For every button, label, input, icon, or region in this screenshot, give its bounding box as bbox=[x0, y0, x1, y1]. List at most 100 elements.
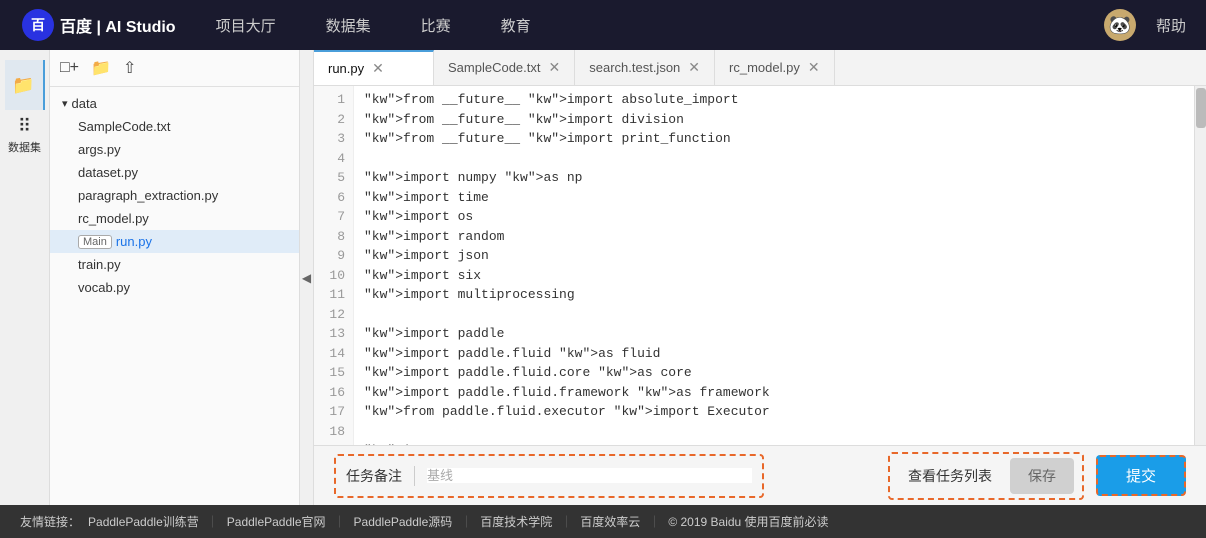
code-content[interactable]: "kw">from __future__ "kw">import absolut… bbox=[354, 86, 1194, 445]
upload-icon[interactable]: ⇧ bbox=[123, 58, 136, 78]
file-toolbar: □+ 📁 ⇧ bbox=[50, 50, 299, 87]
logo: 百 百度 | AI Studio bbox=[20, 7, 176, 43]
baidu-logo-icon: 百 bbox=[20, 7, 56, 43]
file-name: paragraph_extraction.py bbox=[78, 188, 218, 203]
new-file-icon[interactable]: □+ bbox=[60, 59, 79, 77]
line-number: 16 bbox=[322, 383, 345, 403]
line-number: 11 bbox=[322, 285, 345, 305]
logo-text: 百度 | AI Studio bbox=[60, 13, 176, 37]
line-number: 4 bbox=[322, 149, 345, 169]
file-name: dataset.py bbox=[78, 165, 138, 180]
list-item[interactable]: vocab.py bbox=[50, 276, 299, 299]
sidebar-item-datasets[interactable]: ⠿ 数据集 bbox=[5, 110, 45, 160]
collapse-panel-arrow[interactable]: ◀ bbox=[300, 50, 314, 505]
footer-link-3[interactable]: PaddlePaddle源码 bbox=[354, 513, 453, 530]
view-tasks-button[interactable]: 查看任务列表 bbox=[898, 460, 1002, 492]
line-number: 5 bbox=[322, 168, 345, 188]
chevron-down-icon: ▾ bbox=[62, 97, 68, 110]
divider bbox=[414, 466, 415, 486]
nav-links: 项目大厅 数据集 比赛 教育 bbox=[216, 15, 1104, 36]
save-button[interactable]: 保存 bbox=[1010, 458, 1074, 494]
line-number: 15 bbox=[322, 363, 345, 383]
line-number: 9 bbox=[322, 246, 345, 266]
nav-datasets[interactable]: 数据集 bbox=[326, 15, 371, 36]
footer-copyright: © 2019 Baidu 使用百度前必读 bbox=[668, 513, 828, 530]
line-number: 12 bbox=[322, 305, 345, 325]
line-number: 13 bbox=[322, 324, 345, 344]
nav-contest[interactable]: 比赛 bbox=[421, 15, 451, 36]
tab-label: run.py bbox=[328, 61, 364, 76]
list-item[interactable]: rc_model.py bbox=[50, 207, 299, 230]
sidebar-item-files[interactable]: 📁 bbox=[5, 60, 45, 110]
tab-close-icon[interactable]: ✕ bbox=[549, 59, 561, 76]
line-number: 3 bbox=[322, 129, 345, 149]
baseline-input[interactable] bbox=[427, 468, 752, 483]
tab-samplecode[interactable]: SampleCode.txt ✕ bbox=[434, 50, 575, 85]
tab-close-icon[interactable]: ✕ bbox=[688, 59, 700, 76]
footer-link-2[interactable]: PaddlePaddle官网 bbox=[227, 513, 326, 530]
line-number: 14 bbox=[322, 344, 345, 364]
footer-prefix: 友情链接： bbox=[20, 513, 80, 530]
code-line: "kw">import bbox=[364, 365, 450, 380]
list-item[interactable]: dataset.py bbox=[50, 161, 299, 184]
line-number: 7 bbox=[322, 207, 345, 227]
code-line: "kw">import bbox=[364, 190, 450, 205]
code-line: "kw">import bbox=[364, 248, 450, 263]
tab-rc-model[interactable]: rc_model.py ✕ bbox=[715, 50, 835, 85]
list-item[interactable]: args.py bbox=[50, 138, 299, 161]
list-item[interactable]: paragraph_extraction.py bbox=[50, 184, 299, 207]
sidebar-label-datasets: 数据集 bbox=[8, 139, 41, 155]
file-name: run.py bbox=[116, 234, 152, 249]
new-folder-icon[interactable]: 📁 bbox=[91, 58, 111, 78]
file-name: train.py bbox=[78, 257, 121, 272]
list-item[interactable]: SampleCode.txt bbox=[50, 115, 299, 138]
chevron-left-icon: ◀ bbox=[302, 271, 311, 285]
line-number: 17 bbox=[322, 402, 345, 422]
main-area: 📁 ⠿ 数据集 □+ 📁 ⇧ ▾ data SampleCode.txt arg… bbox=[0, 50, 1206, 505]
help-link[interactable]: 帮助 bbox=[1156, 15, 1186, 36]
folder-icon: 📁 bbox=[12, 75, 34, 96]
nav-right: 🐼 帮助 bbox=[1104, 9, 1186, 41]
scrollbar[interactable] bbox=[1194, 86, 1206, 445]
list-item-active[interactable]: Main run.py bbox=[50, 230, 299, 253]
code-line: "kw">import bbox=[364, 170, 450, 185]
bottom-toolbar: 任务备注 查看任务列表 保存 提交 bbox=[314, 445, 1206, 505]
file-panel: □+ 📁 ⇧ ▾ data SampleCode.txt args.py dat… bbox=[50, 50, 300, 505]
tab-search-test[interactable]: search.test.json ✕ bbox=[575, 50, 715, 85]
code-line: "kw">import bbox=[364, 385, 450, 400]
sidebar-icons: 📁 ⠿ 数据集 bbox=[0, 50, 50, 505]
code-line: "kw">import bbox=[364, 229, 450, 244]
footer-sep: ｜ bbox=[560, 513, 572, 530]
footer-link-5[interactable]: 百度效率云 bbox=[580, 513, 640, 530]
nav-education[interactable]: 教育 bbox=[501, 15, 531, 36]
code-line: "kw">import bbox=[364, 209, 450, 224]
footer-link-4[interactable]: 百度技术学院 bbox=[480, 513, 552, 530]
footer-sep: ｜ bbox=[460, 513, 472, 530]
footer-sep: ｜ bbox=[207, 513, 219, 530]
code-line: "kw">import bbox=[364, 326, 450, 341]
code-line: "kw">from bbox=[364, 131, 434, 146]
list-item[interactable]: train.py bbox=[50, 253, 299, 276]
code-line: "kw">import bbox=[364, 268, 450, 283]
code-editor[interactable]: 1 2 3 4 5 6 7 8 9 10 11 12 13 14 15 16 1… bbox=[314, 86, 1206, 445]
code-line: "kw">from bbox=[364, 404, 434, 419]
tab-label: search.test.json bbox=[589, 60, 680, 75]
avatar[interactable]: 🐼 bbox=[1104, 9, 1136, 41]
tab-label: rc_model.py bbox=[729, 60, 800, 75]
svg-text:百: 百 bbox=[31, 17, 45, 33]
nav-projects[interactable]: 项目大厅 bbox=[216, 15, 276, 36]
code-line: "kw">import bbox=[364, 346, 450, 361]
line-number: 1 bbox=[322, 90, 345, 110]
submit-button[interactable]: 提交 bbox=[1096, 455, 1186, 496]
folder-data[interactable]: ▾ data bbox=[50, 92, 299, 115]
file-name: rc_model.py bbox=[78, 211, 149, 226]
tab-close-icon[interactable]: ✕ bbox=[808, 59, 820, 76]
grid-icon: ⠿ bbox=[18, 116, 31, 137]
line-numbers: 1 2 3 4 5 6 7 8 9 10 11 12 13 14 15 16 1… bbox=[314, 86, 354, 445]
code-line: "kw">import bbox=[364, 287, 450, 302]
footer-link-1[interactable]: PaddlePaddle训练营 bbox=[88, 513, 199, 530]
footer-sep: ｜ bbox=[648, 513, 660, 530]
tab-close-icon[interactable]: ✕ bbox=[372, 60, 384, 77]
tab-run-py[interactable]: run.py ✕ bbox=[314, 50, 434, 85]
code-line: "kw">from bbox=[364, 112, 434, 127]
